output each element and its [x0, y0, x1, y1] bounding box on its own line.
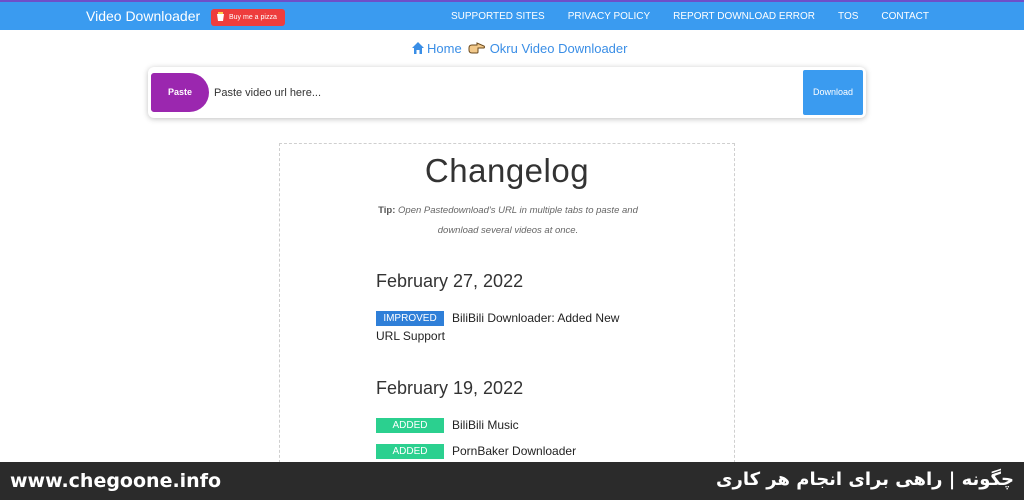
- changelog-entry-text: BiliBili Music: [452, 418, 519, 432]
- nav-tos[interactable]: TOS: [838, 11, 858, 22]
- changelog-entry: IMPROVED BiliBili Downloader: Added New U…: [376, 309, 646, 345]
- nav-report-download-error[interactable]: REPORT DOWNLOAD ERROR: [673, 11, 815, 22]
- changelog-entry-text: PornBaker Downloader: [452, 444, 577, 458]
- changelog-title: Changelog: [424, 152, 590, 189]
- brand-logo-text[interactable]: Video Downloader: [86, 8, 200, 24]
- home-icon: [412, 42, 424, 54]
- download-button[interactable]: Download: [803, 70, 863, 115]
- url-search-box: Paste Download: [148, 67, 866, 118]
- added-badge: ADDED: [376, 444, 444, 459]
- tip-body: Open Pastedownload's URL in multiple tab…: [398, 205, 638, 236]
- nav-supported-sites[interactable]: SUPPORTED SITES: [451, 11, 545, 22]
- breadcrumb-current-page[interactable]: Okru Video Downloader: [490, 41, 628, 56]
- pizza-cup-icon: [217, 12, 224, 21]
- changelog-entry: ADDED BiliBili Music: [376, 416, 646, 434]
- changelog-date: February 19, 2022: [376, 378, 524, 398]
- nav-privacy-policy[interactable]: PRIVACY POLICY: [568, 11, 650, 22]
- improved-badge: IMPROVED: [376, 311, 444, 326]
- breadcrumb: Home Okru Video Downloader: [411, 40, 627, 56]
- nav-links: SUPPORTED SITES PRIVACY POLICY REPORT DO…: [428, 2, 929, 30]
- paste-button[interactable]: Paste: [151, 73, 209, 112]
- changelog-panel: Changelog Tip: Open Pastedownload's URL …: [279, 143, 735, 473]
- pizza-button-label: Buy me a pizza: [229, 14, 277, 21]
- watermark-footer-bar: www.chegoone.info چگونه | راهی برای انجا…: [0, 462, 1024, 500]
- buy-me-a-pizza-button[interactable]: Buy me a pizza: [211, 9, 285, 26]
- added-badge: ADDED: [376, 418, 444, 433]
- nav-contact[interactable]: CONTACT: [881, 11, 929, 22]
- changelog-entry: ADDED PornBaker Downloader: [376, 442, 646, 460]
- tip-text: Tip: Open Pastedownload's URL in multipl…: [360, 201, 656, 241]
- watermark-tagline: چگونه | راهی برای انجام هر کاری: [715, 469, 1014, 490]
- changelog-date: February 27, 2022: [376, 271, 524, 291]
- pointing-hand-icon: [468, 42, 485, 54]
- video-url-input[interactable]: [212, 73, 800, 112]
- breadcrumb-home-link[interactable]: Home: [427, 41, 462, 56]
- top-navbar: Video Downloader Buy me a pizza SUPPORTE…: [0, 0, 1024, 30]
- watermark-url: www.chegoone.info: [10, 470, 222, 492]
- tip-label: Tip:: [378, 205, 396, 216]
